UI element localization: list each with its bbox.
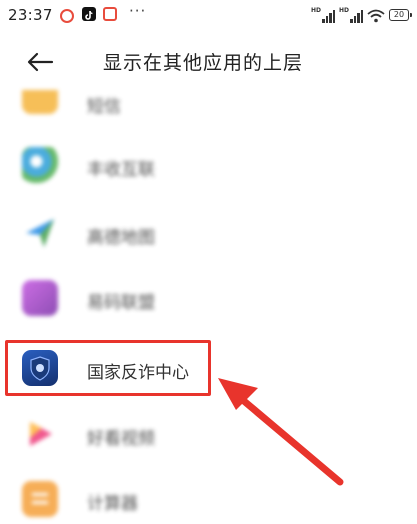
purple-app-icon	[22, 280, 58, 316]
screen: 23:37 ··· HD HD 20 显示在其他应用的上层 短信 丰收互联 高德…	[0, 0, 417, 524]
arrow-left-icon	[27, 52, 54, 72]
wifi-icon	[367, 9, 385, 23]
signal-2-icon: HD	[339, 7, 363, 23]
app-row-map[interactable]: 高德地图	[0, 203, 417, 263]
app-row-video[interactable]: 好看视频	[0, 404, 417, 464]
tiktok-notification-icon	[82, 7, 96, 21]
app-label: 短信	[87, 97, 121, 117]
app-label: 计算器	[87, 494, 138, 514]
app-label: 好看视频	[87, 429, 155, 449]
status-time: 23:37	[8, 6, 53, 24]
back-button[interactable]	[22, 48, 58, 76]
highlight-box	[5, 340, 211, 396]
app-row-bank[interactable]: 丰收互联	[0, 135, 417, 195]
signal-1-icon: HD	[311, 7, 335, 23]
calculator-icon	[22, 481, 58, 517]
app-row-sms[interactable]: 短信	[0, 78, 417, 138]
app-label: 高德地图	[87, 228, 155, 248]
page-title: 显示在其他应用的上层	[103, 52, 304, 74]
video-icon	[22, 416, 58, 452]
app-row-purple[interactable]: 易码联盟	[0, 268, 417, 328]
messages-icon	[22, 90, 58, 114]
calendar-notification-icon	[103, 7, 117, 21]
bank-icon	[22, 147, 58, 183]
status-bar: 23:37 ··· HD HD 20	[0, 0, 417, 30]
status-right-group: HD HD 20	[311, 5, 412, 23]
more-notifications-indicator: ···	[129, 2, 147, 20]
map-icon	[22, 215, 58, 251]
app-row-calculator[interactable]: 计算器	[0, 469, 417, 524]
location-notification-icon	[60, 9, 74, 23]
app-label: 易码联盟	[87, 293, 155, 313]
battery-icon: 20	[389, 9, 412, 21]
app-label: 丰收互联	[87, 160, 155, 180]
